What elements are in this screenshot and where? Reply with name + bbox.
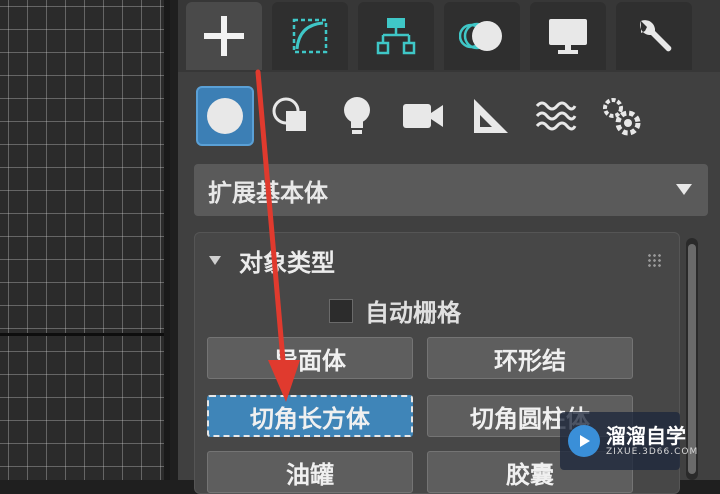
wrench-icon — [640, 20, 672, 52]
category-lights[interactable] — [328, 86, 386, 146]
watermark-url: ZIXUE.3D66.COM — [606, 447, 699, 457]
chevron-down-icon — [676, 184, 692, 195]
autogrid-option[interactable]: 自动栅格 — [329, 293, 461, 328]
sphere-icon — [207, 98, 243, 134]
tab-utilities[interactable] — [616, 2, 692, 70]
autogrid-checkbox[interactable] — [329, 298, 353, 323]
category-cameras[interactable] — [394, 86, 452, 146]
shapes-icon — [272, 97, 306, 131]
watermark: 溜溜自学 ZIXUE.3D66.COM — [560, 412, 697, 470]
category-helpers[interactable] — [460, 86, 518, 146]
motion-icon — [459, 21, 502, 51]
object-button[interactable]: 环形结 — [427, 337, 633, 379]
viewport-border — [164, 0, 170, 480]
tab-display[interactable] — [530, 2, 606, 70]
gears-icon — [603, 98, 641, 136]
ruler-triangle-icon — [474, 99, 508, 133]
object-category-dropdown[interactable]: 扩展基本体 — [194, 164, 708, 216]
plus-icon — [204, 16, 244, 56]
rollout-header[interactable]: 对象类型 — [209, 245, 335, 277]
category-space-warps[interactable] — [526, 86, 584, 146]
dropdown-selected-label: 扩展基本体 — [208, 178, 328, 207]
rollout-title: 对象类型 — [239, 248, 335, 277]
tab-modify[interactable] — [272, 2, 348, 70]
category-shapes[interactable] — [262, 86, 320, 146]
object-button[interactable]: 异面体 — [207, 337, 413, 379]
modify-curve-icon — [292, 18, 328, 54]
lightbulb-icon — [344, 97, 370, 134]
command-panel: 扩展基本体 对象类型 自动栅格 异面体 环形结 切角长方体 切角圆柱体 油罐 胶… — [178, 0, 720, 494]
collapse-triangle-icon — [209, 255, 221, 265]
drag-grip-icon[interactable] — [647, 253, 661, 267]
play-logo-icon — [568, 425, 600, 457]
waves-icon — [535, 101, 577, 131]
watermark-title: 溜溜自学 — [606, 424, 686, 448]
command-panel-tabs — [178, 0, 720, 72]
autogrid-label: 自动栅格 — [365, 299, 461, 327]
category-geometry[interactable] — [196, 86, 254, 146]
category-toolbar — [190, 86, 710, 150]
viewport-grid[interactable] — [0, 0, 170, 480]
category-systems[interactable] — [592, 86, 650, 146]
viewport-axis-line — [0, 333, 170, 336]
camera-icon — [403, 104, 443, 128]
object-button[interactable]: 油罐 — [207, 451, 413, 493]
tab-motion[interactable] — [444, 2, 520, 70]
tab-create[interactable] — [186, 2, 262, 70]
hierarchy-icon — [376, 18, 416, 55]
monitor-icon — [549, 19, 587, 54]
object-button-selected[interactable]: 切角长方体 — [207, 395, 413, 437]
tab-hierarchy[interactable] — [358, 2, 434, 70]
